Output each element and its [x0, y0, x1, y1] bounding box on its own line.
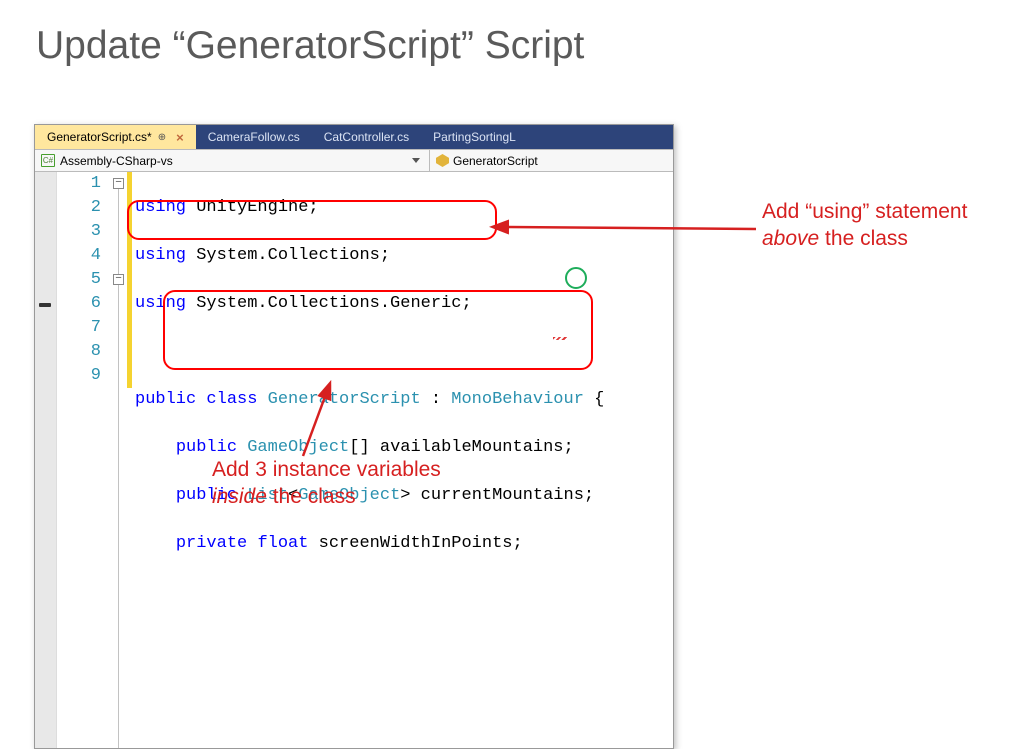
outline-gutter[interactable]: − −	[109, 172, 127, 748]
keyword: using	[135, 294, 186, 313]
class-label: GeneratorScript	[453, 154, 538, 168]
keyword: using	[135, 246, 186, 265]
change-bar	[127, 172, 132, 388]
annotation-text: the class	[819, 227, 908, 250]
code-token: :	[421, 390, 452, 409]
line-number: 5	[57, 268, 101, 292]
code-token: UnityEngine;	[186, 198, 319, 217]
close-icon[interactable]: ×	[176, 130, 184, 145]
line-number: 3	[57, 220, 101, 244]
assembly-dropdown[interactable]: C# Assembly-CSharp-vs	[35, 150, 430, 171]
error-squiggle	[553, 337, 567, 340]
tab-camerafollow[interactable]: CameraFollow.cs	[196, 125, 312, 149]
keyword: float	[257, 534, 308, 553]
keyword: private	[176, 534, 247, 553]
tab-partingsorting[interactable]: PartingSortingL	[421, 125, 528, 149]
line-number: 9	[57, 364, 101, 388]
code-token: [] availableMountains;	[349, 438, 573, 457]
keyword: public	[135, 390, 196, 409]
type-name: GameObject	[247, 438, 349, 457]
collapse-icon[interactable]: −	[113, 274, 124, 285]
code-editor: GeneratorScript.cs* ⊕ × CameraFollow.cs …	[34, 124, 674, 749]
annotation-text: the class	[267, 485, 356, 508]
collapse-icon[interactable]: −	[113, 178, 124, 189]
class-icon	[436, 154, 449, 167]
code-token: screenWidthInPoints;	[308, 534, 522, 553]
type-name: MonoBehaviour	[451, 390, 584, 409]
line-number: 8	[57, 340, 101, 364]
annotation-text: Add “using” statement	[762, 200, 967, 223]
keyword: using	[135, 198, 186, 217]
tab-bar: GeneratorScript.cs* ⊕ × CameraFollow.cs …	[35, 125, 673, 149]
code-token: System.Collections;	[186, 246, 390, 265]
pin-icon[interactable]: ⊕	[158, 132, 166, 143]
annotation-text: Add 3 instance variables	[212, 458, 441, 481]
callout-circle-brace	[565, 267, 587, 289]
slide-title: Update “GeneratorScript” Script	[36, 24, 1024, 68]
keyword: public	[176, 438, 237, 457]
code-token: {	[584, 390, 604, 409]
annotation-variables: Add 3 instance variables inside the clas…	[212, 456, 441, 511]
line-number: 6	[57, 292, 101, 316]
navigation-bar: C# Assembly-CSharp-vs GeneratorScript	[35, 149, 673, 172]
annotation-text-em: above	[762, 227, 819, 250]
chevron-down-icon	[412, 158, 420, 163]
annotation-using: Add “using” statement above the class	[762, 198, 967, 253]
keyword: class	[206, 390, 257, 409]
line-number: 7	[57, 316, 101, 340]
annotation-text-em: inside	[212, 485, 267, 508]
csharp-icon: C#	[41, 154, 55, 167]
line-number-gutter: 1 2 3 4 5 6 7 8 9	[57, 172, 109, 748]
tab-active[interactable]: GeneratorScript.cs* ⊕ ×	[35, 125, 196, 149]
code-token: System.Collections.Generic;	[186, 294, 472, 313]
line-number: 1	[57, 172, 101, 196]
class-dropdown[interactable]: GeneratorScript	[430, 150, 544, 171]
line-number: 4	[57, 244, 101, 268]
assembly-label: Assembly-CSharp-vs	[60, 154, 173, 168]
type-name: GeneratorScript	[268, 390, 421, 409]
breakpoint-gutter[interactable]	[35, 172, 57, 748]
tab-catcontroller[interactable]: CatController.cs	[312, 125, 421, 149]
tab-label: GeneratorScript.cs*	[47, 130, 152, 144]
line-number: 2	[57, 196, 101, 220]
breakpoint-marker[interactable]	[39, 303, 51, 307]
